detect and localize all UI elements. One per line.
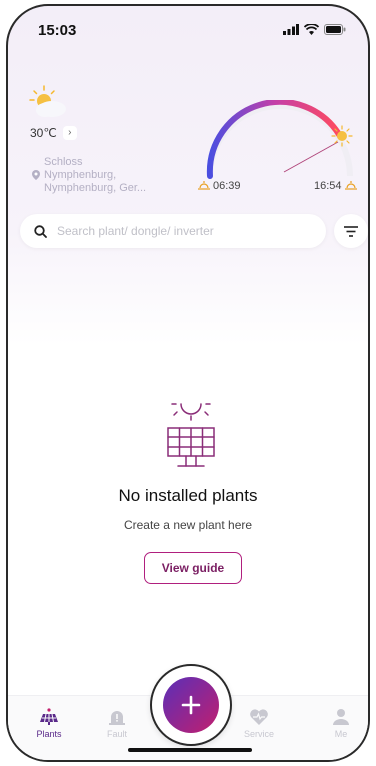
tab-plants-label: Plants: [36, 729, 62, 739]
sunrise: 06:39: [198, 180, 241, 192]
search-bar[interactable]: [20, 214, 326, 248]
status-icons: [283, 24, 346, 35]
temperature-value: 30℃: [30, 126, 57, 140]
sunrise-icon: [198, 181, 210, 190]
temperature[interactable]: 30℃ ›: [30, 126, 77, 140]
heart-icon: [250, 709, 268, 725]
solar-panel-sun-icon: [167, 403, 215, 467]
sunset-time: 16:54: [314, 180, 342, 192]
tab-fault[interactable]: Fault: [92, 706, 142, 739]
empty-state-title: No installed plants: [118, 486, 258, 505]
solar-panel-icon: [40, 708, 58, 725]
location-line-2: Nymphenburg,: [44, 169, 117, 181]
location-line-3: Nymphenburg, Ger...: [44, 182, 147, 194]
signal-icon: [283, 24, 299, 35]
sun-marker-icon: [331, 125, 353, 147]
tab-plants[interactable]: Plants: [24, 706, 74, 739]
location-line-1: Schloss: [44, 156, 83, 168]
sunrise-time: 06:39: [213, 180, 241, 192]
empty-state-subtitle: Create a new plant here: [123, 518, 253, 532]
sunset: 16:54: [314, 180, 357, 192]
home-indicator: [128, 748, 252, 752]
location-pin-icon: [32, 170, 40, 180]
filter-icon: [344, 225, 358, 237]
sunset-icon: [344, 181, 357, 190]
person-icon: [333, 709, 349, 725]
filter-button[interactable]: [334, 214, 368, 248]
add-plant-button[interactable]: [163, 677, 219, 733]
tab-service[interactable]: Service: [234, 706, 284, 739]
tab-service-label: Service: [243, 729, 274, 739]
plus-icon: [181, 695, 201, 715]
tab-fault-label: Fault: [106, 729, 127, 739]
tab-me-label: Me: [334, 729, 348, 739]
sun-path-arc: [206, 100, 353, 179]
wifi-icon: [304, 24, 319, 35]
status-time: 15:03: [38, 22, 77, 39]
status-bar: 15:03: [8, 6, 368, 50]
location: Schloss Nymphenburg, Nymphenburg, Ger...: [32, 156, 146, 195]
tab-me[interactable]: Me: [316, 706, 366, 739]
add-plant-button-ring: [150, 664, 232, 746]
chevron-right-icon[interactable]: ›: [62, 126, 77, 140]
battery-icon: [324, 24, 346, 35]
phone-screen: 15:03 30℃ › Schloss Nymphenburg, Nymphen…: [6, 4, 370, 762]
view-guide-button[interactable]: View guide: [144, 552, 242, 584]
alert-icon: [109, 711, 125, 725]
search-icon: [34, 224, 47, 238]
partly-sunny-icon: [29, 85, 66, 117]
search-input[interactable]: [55, 223, 309, 239]
